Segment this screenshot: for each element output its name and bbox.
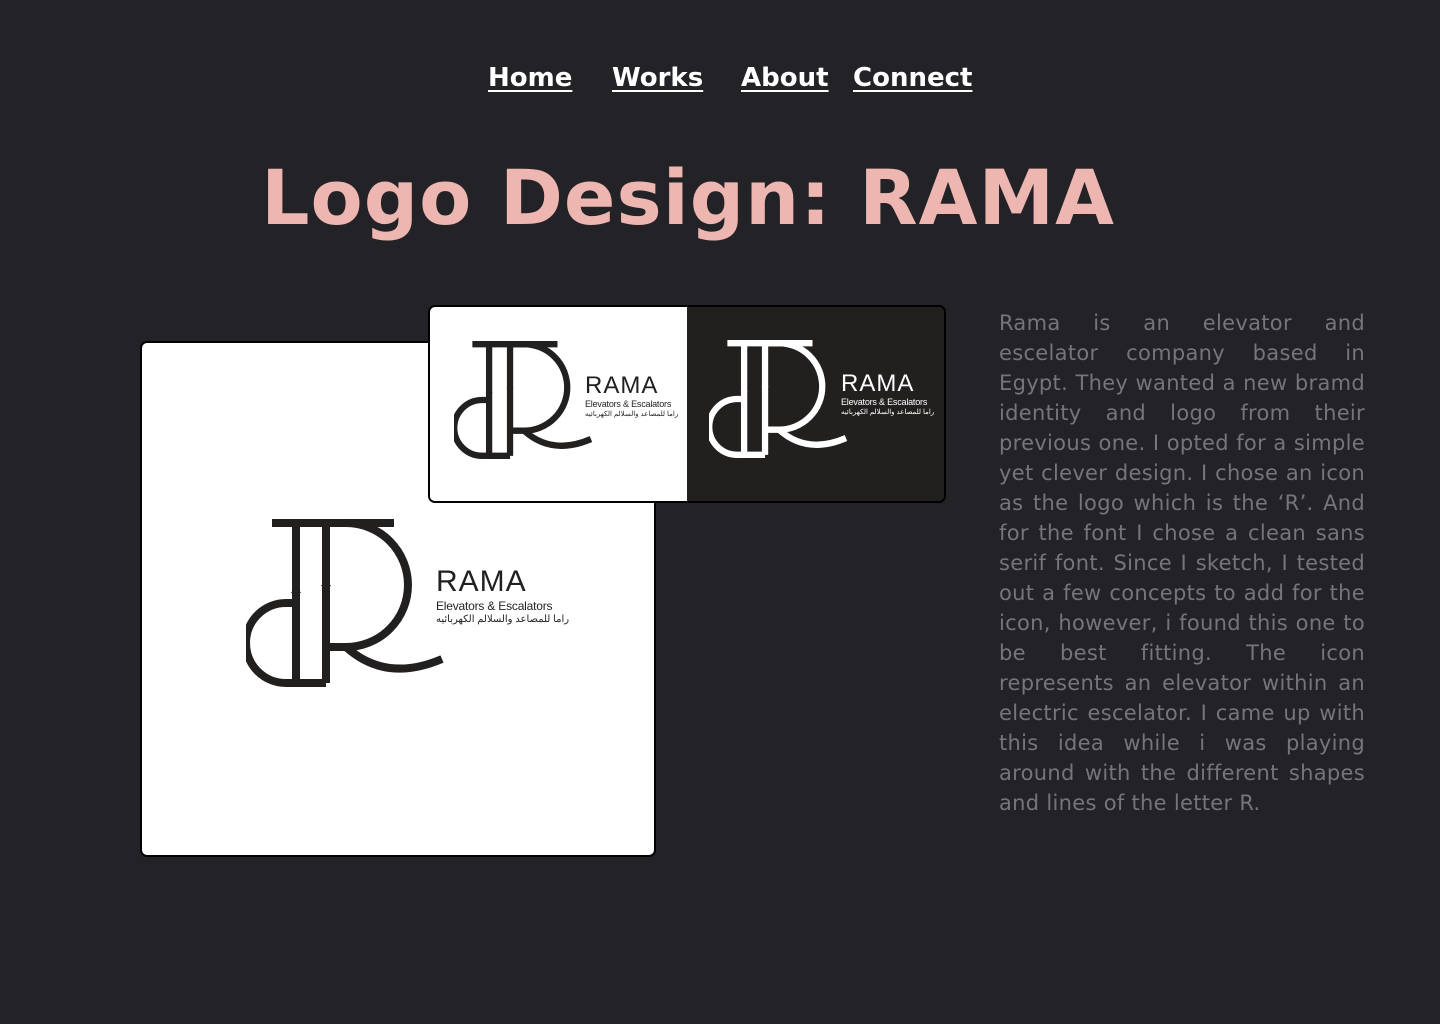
logo-variant-light: RAMA Elevators & Escalators راما للمصاعد… xyxy=(430,307,687,501)
rama-r-logo-mark xyxy=(709,340,848,458)
logo-arabic-tagline: راما للمصاعد والسلالم الكهربائيه xyxy=(436,614,570,625)
rama-r-logo-mark xyxy=(246,519,444,687)
logo-card-variants: RAMA Elevators & Escalators راما للمصاعد… xyxy=(428,305,946,503)
logo-tagline: Elevators & Escalators xyxy=(436,599,553,613)
logo-variant-dark: RAMA Elevators & Escalators راما للمصاعد… xyxy=(687,307,944,501)
nav-link-about[interactable]: About xyxy=(741,58,829,98)
logo-name: RAMA xyxy=(585,372,659,399)
rama-r-logo-mark xyxy=(454,341,593,459)
logo-wordmark: RAMA Elevators & Escalators راما للمصاعد… xyxy=(585,373,678,420)
logo-name: RAMA xyxy=(841,370,915,397)
project-description: Rama is an elevator and escelator compan… xyxy=(999,311,1365,815)
nav-link-works[interactable]: Works xyxy=(612,58,703,98)
nav-link-connect[interactable]: Connect xyxy=(853,58,972,98)
logo-name: RAMA xyxy=(436,565,527,598)
nav-link-home[interactable]: Home xyxy=(488,58,572,98)
logo-arabic-tagline: راما للمصاعد والسلالم الكهربائيه xyxy=(585,411,679,418)
logo-arabic-tagline: راما للمصاعد والسلالم الكهربائيه xyxy=(841,409,935,416)
main-nav: Home Works About Connect xyxy=(0,58,1440,98)
logo-wordmark: RAMA Elevators & Escalators راما للمصاعد… xyxy=(436,565,569,627)
logo-wordmark: RAMA Elevators & Escalators راما للمصاعد… xyxy=(841,371,934,418)
logo-tagline: Elevators & Escalators xyxy=(585,399,672,409)
page-title: Logo Design: RAMA xyxy=(261,153,1115,242)
logo-tagline: Elevators & Escalators xyxy=(841,397,928,407)
